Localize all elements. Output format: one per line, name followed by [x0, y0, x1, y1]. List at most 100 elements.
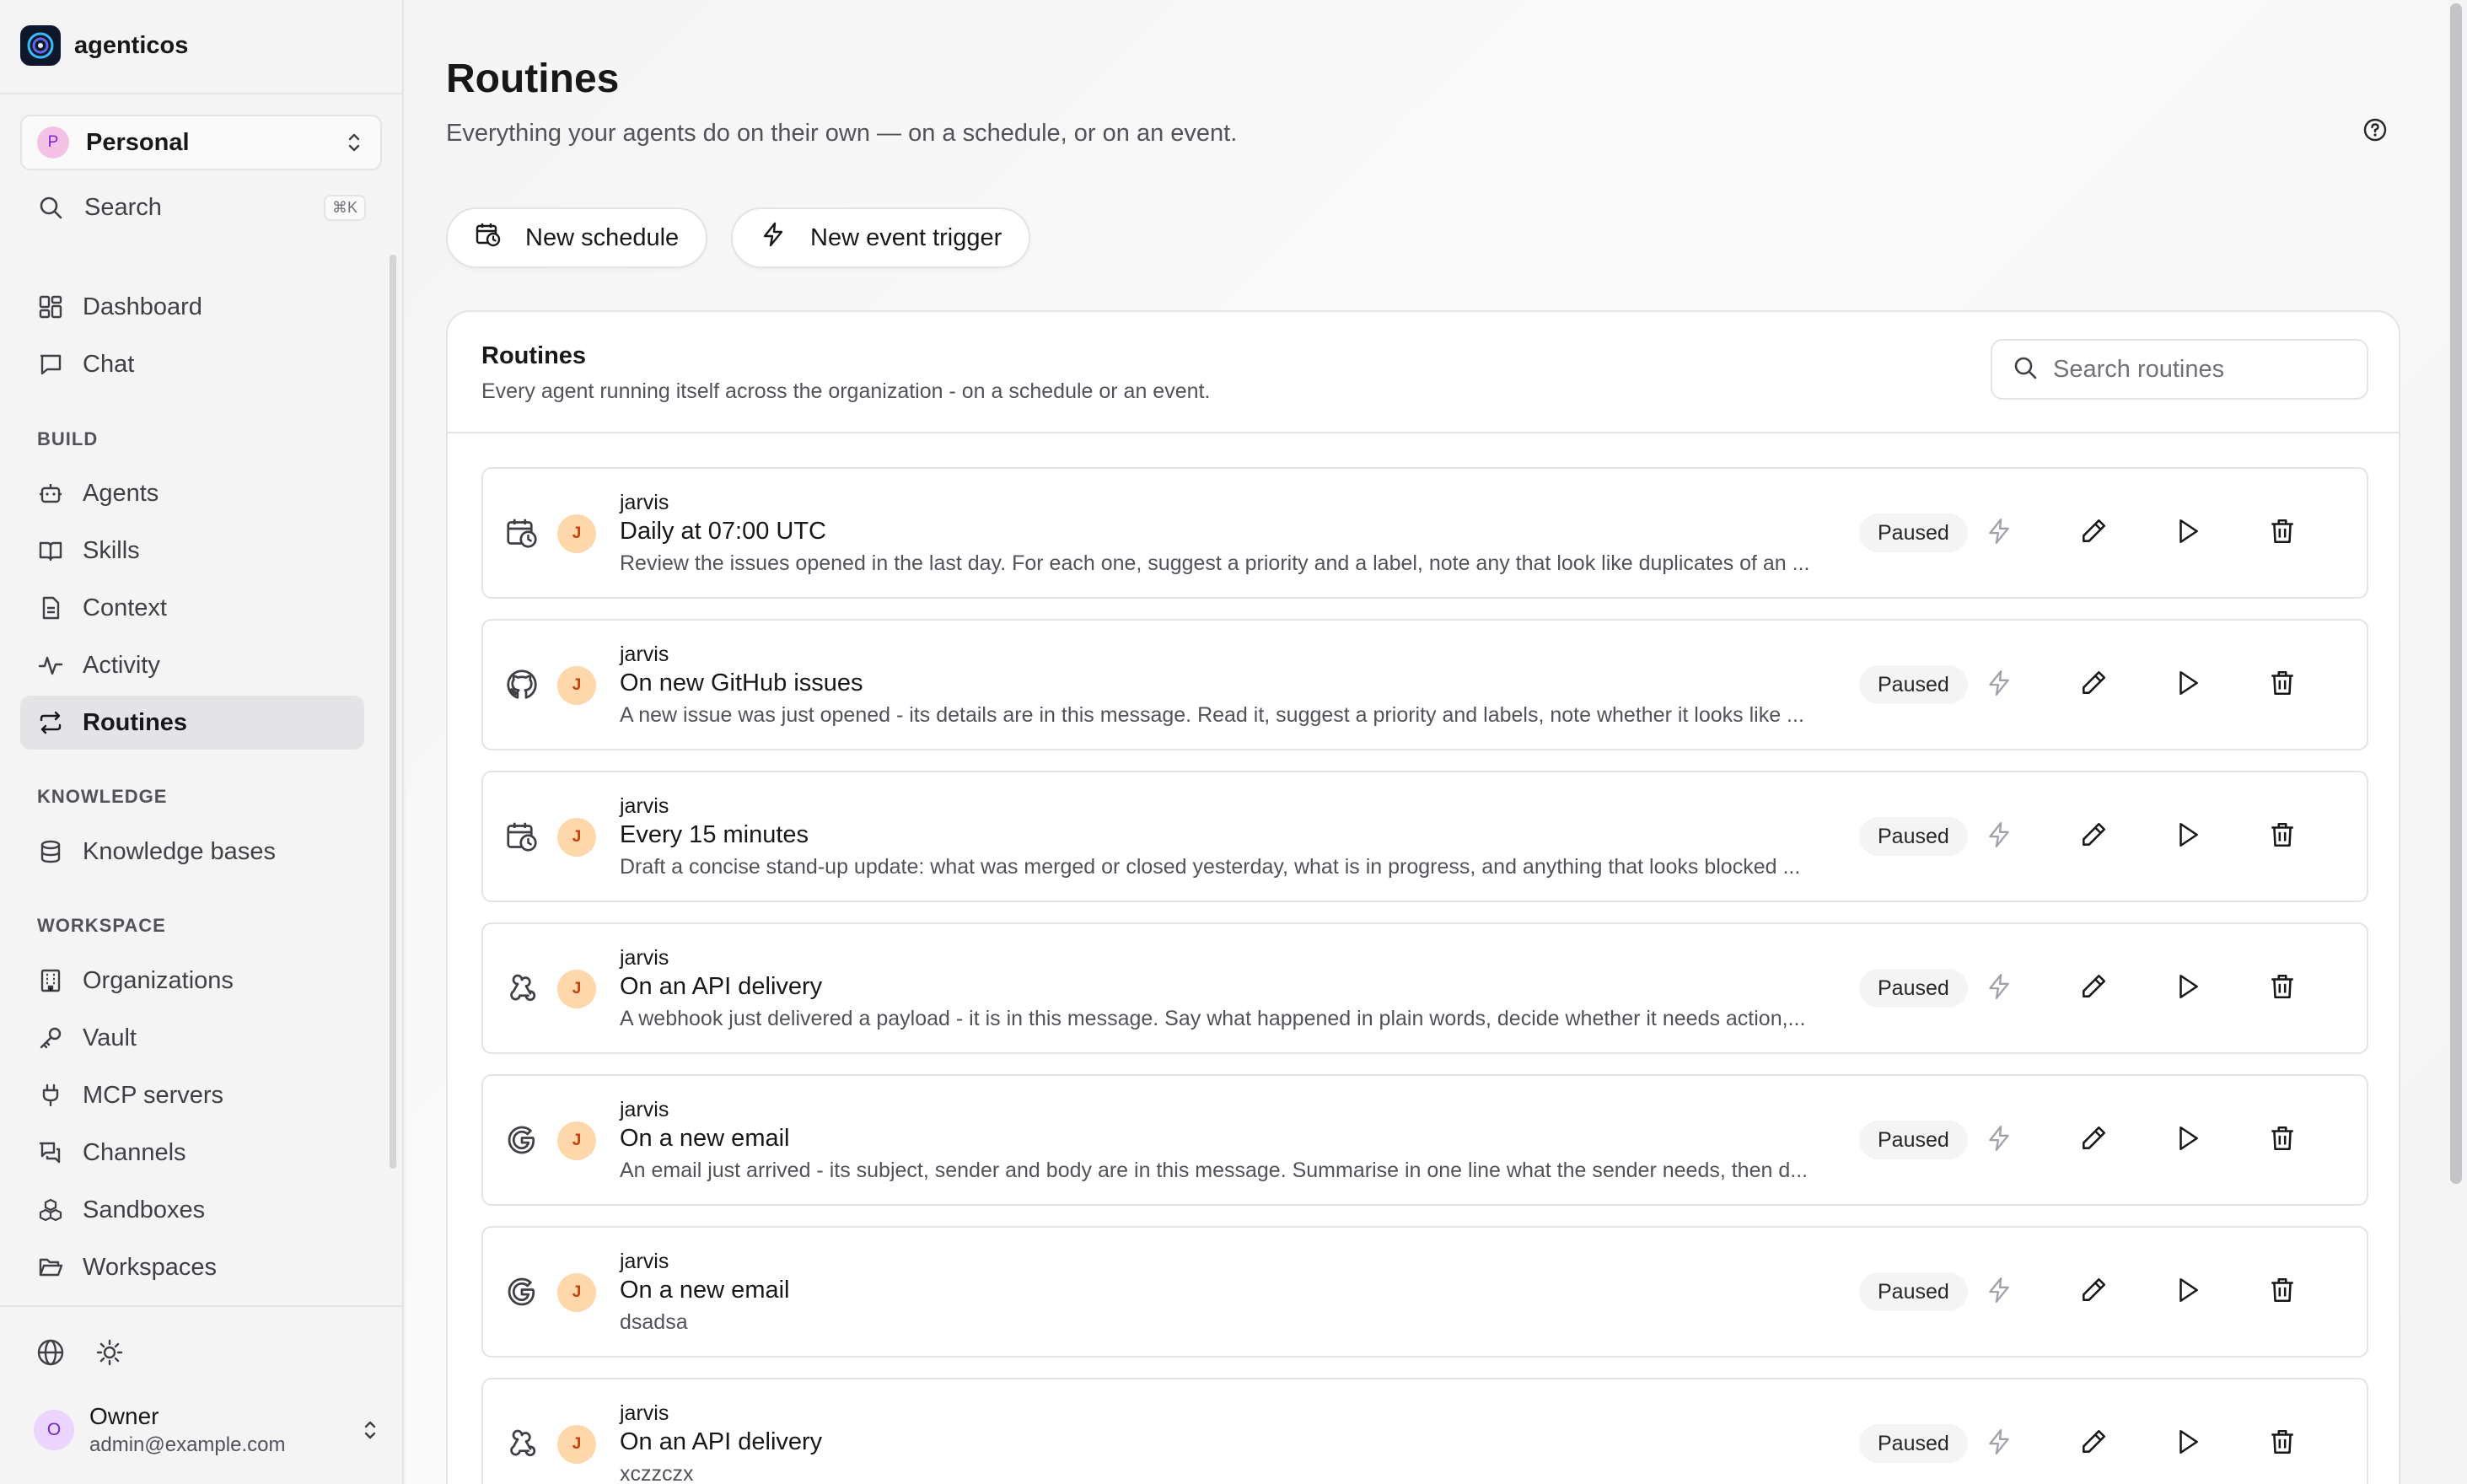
brand-name: agenticos: [74, 31, 189, 59]
sidebar-item-vault[interactable]: Vault: [20, 1011, 364, 1065]
section-label-workspace: WORKSPACE: [37, 915, 166, 936]
zap-icon: [1985, 517, 2013, 550]
play-icon: [2174, 1124, 2202, 1157]
sidebar-item-agents[interactable]: Agents: [20, 466, 364, 520]
sidebar-item-activity[interactable]: Activity: [20, 638, 364, 692]
sidebar-item-dashboard[interactable]: Dashboard: [20, 280, 364, 334]
sidebar-item-workspaces[interactable]: Workspaces: [20, 1240, 364, 1294]
sidebar: agenticos P Personal Search ⌘K Dashboard…: [0, 0, 404, 1484]
routines-panel: Routines Every agent running itself acro…: [446, 310, 2400, 1484]
agent-avatar: J: [557, 818, 596, 857]
trash-icon: [2268, 972, 2297, 1005]
sidebar-item-skills[interactable]: Skills: [20, 524, 364, 578]
edit-button[interactable]: [2077, 971, 2110, 1005]
zap-icon: [1985, 1124, 2013, 1157]
page-scrollbar-thumb[interactable]: [2450, 3, 2462, 1184]
play-icon: [2174, 1276, 2202, 1309]
chevron-up-down-icon: [364, 1421, 376, 1439]
run-button[interactable]: [2171, 820, 2205, 853]
status-badge: Paused: [1859, 665, 1968, 704]
trigger-button[interactable]: [1982, 1123, 2016, 1157]
globe-icon[interactable]: [34, 1336, 67, 1369]
routine-row[interactable]: Jjarvis Daily at 07:00 UTC Review the issu…: [481, 467, 2368, 599]
sidebar-search[interactable]: Search ⌘K: [20, 184, 366, 231]
sidebar-item-chat[interactable]: Chat: [20, 337, 364, 391]
routine-row[interactable]: Jjarvis On new GitHub issues A new issue w…: [481, 619, 2368, 750]
routine-row[interactable]: Jjarvis On an API delivery A webhook just …: [481, 922, 2368, 1054]
routine-description: Review the issues opened in the last day…: [620, 551, 1810, 575]
run-button[interactable]: [2171, 1427, 2205, 1460]
sidebar-item-channels[interactable]: Channels: [20, 1126, 364, 1180]
sun-icon[interactable]: [93, 1336, 126, 1369]
sidebar-item-mcp-servers[interactable]: MCP servers: [20, 1068, 364, 1122]
app-logo: [20, 25, 61, 66]
edit-button[interactable]: [2077, 668, 2110, 702]
trigger-button[interactable]: [1982, 1275, 2016, 1309]
trash-icon: [2268, 820, 2297, 853]
edit-button[interactable]: [2077, 820, 2110, 853]
routine-row[interactable]: Jjarvis Every 15 minutes Draft a concise s…: [481, 771, 2368, 902]
search-label: Search: [84, 193, 162, 221]
trigger-button[interactable]: [1982, 516, 2016, 550]
sidebar-item-context[interactable]: Context: [20, 581, 364, 635]
routine-title: On an API delivery: [620, 1428, 823, 1455]
routine-row[interactable]: Jjarvis On a new email dsadsa Paused: [481, 1226, 2368, 1358]
user-menu[interactable]: O Owner admin@example.com: [34, 1400, 379, 1460]
routine-row[interactable]: Jjarvis On an API delivery xczzczx Paused: [481, 1378, 2368, 1484]
run-button[interactable]: [2171, 516, 2205, 550]
google-icon: [503, 1121, 540, 1159]
routines-search[interactable]: [1991, 339, 2368, 400]
delete-button[interactable]: [2265, 668, 2299, 702]
sidebar-item-routines[interactable]: Routines: [20, 696, 364, 750]
delete-button[interactable]: [2265, 1123, 2299, 1157]
delete-button[interactable]: [2265, 1427, 2299, 1460]
run-button[interactable]: [2171, 1123, 2205, 1157]
trigger-button[interactable]: [1982, 668, 2016, 702]
run-button[interactable]: [2171, 971, 2205, 1005]
dashboard-icon: [37, 293, 64, 320]
edit-button[interactable]: [2077, 516, 2110, 550]
sidebar-item-knowledge-bases[interactable]: Knowledge bases: [20, 825, 364, 879]
book-open-icon: [37, 537, 64, 564]
edit-button[interactable]: [2077, 1123, 2110, 1157]
brand[interactable]: agenticos: [20, 25, 188, 66]
sidebar-item-label: Knowledge bases: [83, 837, 276, 865]
trigger-button[interactable]: [1982, 971, 2016, 1005]
routine-title: On a new email: [620, 1125, 790, 1152]
routine-title: Daily at 07:00 UTC: [620, 518, 826, 545]
routine-description: xczzczx: [620, 1462, 694, 1484]
panel-subtitle: Every agent running itself across the or…: [481, 379, 1211, 403]
agent-avatar: J: [557, 1425, 596, 1464]
routine-title: On new GitHub issues: [620, 669, 863, 696]
delete-button[interactable]: [2265, 820, 2299, 853]
run-button[interactable]: [2171, 668, 2205, 702]
divider: [448, 432, 2399, 433]
trigger-button[interactable]: [1982, 1427, 2016, 1460]
run-button[interactable]: [2171, 1275, 2205, 1309]
organization-selector[interactable]: P Personal: [20, 115, 382, 170]
delete-button[interactable]: [2265, 971, 2299, 1005]
help-circle-icon[interactable]: [2362, 116, 2389, 143]
search-icon: [37, 194, 64, 221]
delete-button[interactable]: [2265, 516, 2299, 550]
routine-row[interactable]: Jjarvis On a new email An email just arriv…: [481, 1074, 2368, 1206]
sidebar-item-sandboxes[interactable]: Sandboxes: [20, 1183, 364, 1237]
section-label-knowledge: KNOWLEDGE: [37, 786, 168, 807]
panel-title: Routines: [481, 342, 587, 369]
routine-description: dsadsa: [620, 1310, 688, 1334]
edit-button[interactable]: [2077, 1275, 2110, 1309]
new-event-trigger-button[interactable]: New event trigger: [731, 207, 1031, 268]
status-badge: Paused: [1859, 1424, 1968, 1463]
status-badge: Paused: [1859, 817, 1968, 856]
file-text-icon: [37, 594, 64, 621]
sidebar-item-label: Routines: [83, 708, 188, 736]
routine-title: Every 15 minutes: [620, 821, 809, 848]
search-input[interactable]: [2053, 355, 2357, 384]
edit-button[interactable]: [2077, 1427, 2110, 1460]
new-schedule-button[interactable]: New schedule: [446, 207, 708, 268]
sidebar-item-label: Dashboard: [83, 293, 202, 320]
sidebar-item-organizations[interactable]: Organizations: [20, 954, 364, 1008]
trigger-button[interactable]: [1982, 820, 2016, 853]
delete-button[interactable]: [2265, 1275, 2299, 1309]
sidebar-scrollbar[interactable]: [390, 255, 396, 1169]
